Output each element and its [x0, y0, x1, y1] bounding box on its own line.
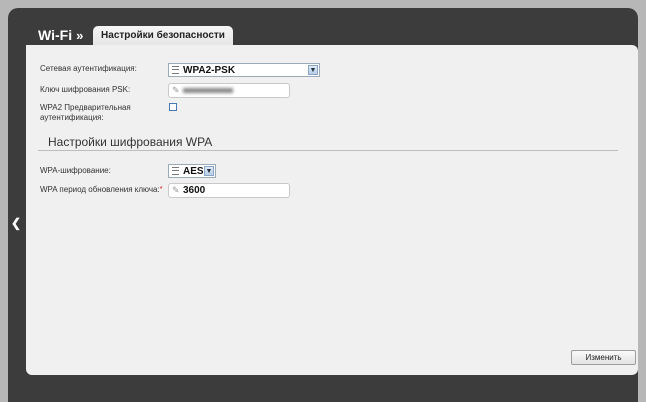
auth-label: Сетевая аутентификация: [40, 64, 137, 73]
apply-button[interactable]: Изменить [571, 350, 636, 365]
rekey-label-text: WPA период обновления ключа: [40, 185, 160, 194]
brand-arrow: » [76, 28, 84, 43]
required-mark: * [159, 186, 163, 193]
page-title: Wi-Fi» [38, 27, 83, 43]
chevron-left-icon[interactable]: ❮ [11, 216, 21, 230]
auth-select[interactable]: WPA2-PSK ▼ [168, 63, 320, 77]
psk-input[interactable]: ✎ [168, 83, 290, 98]
rekey-input[interactable]: ✎ 3600 [168, 183, 290, 198]
preauth-label-line1: WPA2 Предварительная [40, 103, 131, 112]
rekey-label: WPA период обновления ключа:* [40, 185, 162, 195]
encryption-select-value: AES [183, 166, 204, 177]
rekey-input-value: 3600 [183, 185, 206, 196]
list-icon [172, 167, 179, 175]
preauth-checkbox[interactable] [169, 103, 177, 111]
pencil-icon: ✎ [172, 185, 180, 195]
preauth-label: WPA2 Предварительная аутентификация: [40, 103, 131, 123]
chevron-down-icon[interactable]: ▼ [204, 166, 214, 176]
brand-label: Wi-Fi [38, 27, 73, 43]
psk-label: Ключ шифрования PSK: [40, 85, 131, 94]
psk-masked-value [183, 88, 233, 93]
preauth-label-line2: аутентификация: [40, 113, 104, 122]
section-divider [38, 150, 618, 151]
encryption-select[interactable]: AES ▼ [168, 164, 216, 178]
encryption-label: WPA-шифрование: [40, 166, 111, 175]
section-title: Настройки шифрования WPA [48, 135, 213, 149]
auth-select-value: WPA2-PSK [183, 65, 236, 76]
pencil-icon: ✎ [172, 85, 180, 95]
chevron-down-icon[interactable]: ▼ [308, 65, 318, 75]
tab-security-settings[interactable]: Настройки безопасности [93, 26, 233, 45]
list-icon [172, 66, 179, 74]
